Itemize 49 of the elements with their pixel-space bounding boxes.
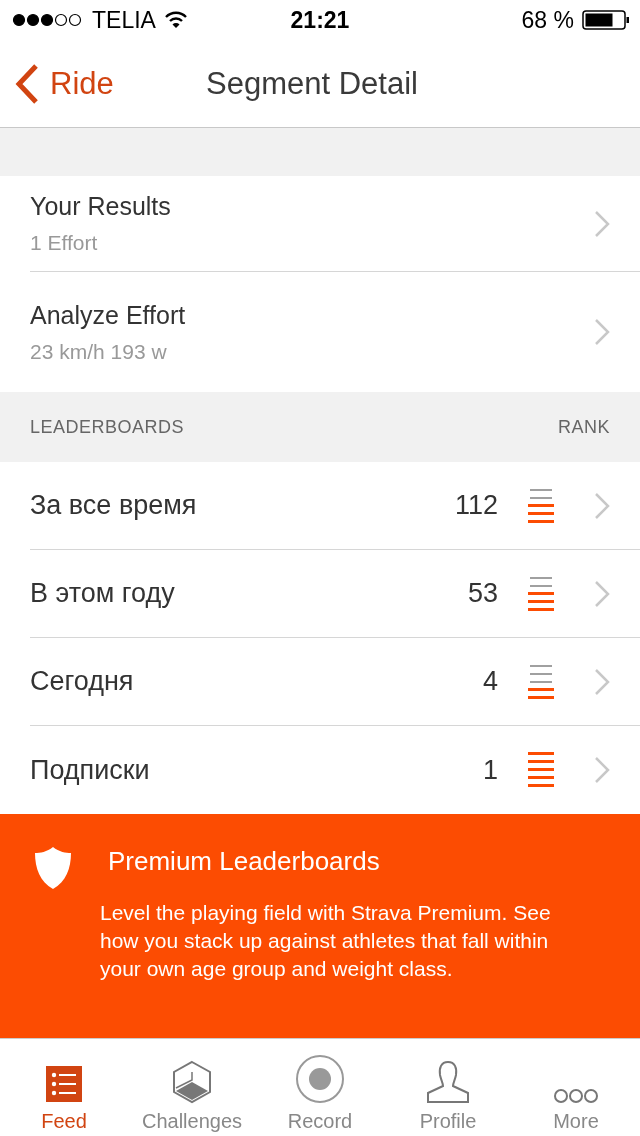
row-title: Your Results [30, 192, 171, 221]
battery-icon [582, 10, 630, 30]
shield-icon [34, 846, 72, 890]
battery-percent: 68 % [521, 6, 574, 34]
status-time: 21:21 [289, 6, 351, 34]
leaderboard-row[interactable]: Подписки 1 [30, 726, 640, 814]
leaderboard-row[interactable]: Сегодня 4 [30, 638, 640, 726]
wifi-icon [163, 11, 188, 29]
result-row[interactable]: Analyze Effort 23 km/h 193 w [30, 272, 640, 392]
premium-banner[interactable]: Premium Leaderboards Level the playing field with Strava Premium. See how you stack up against athletes that fall within your own age group and weight class. [0, 814, 640, 1038]
carrier-name: TELIA [92, 6, 156, 34]
leaderboard-row[interactable]: В этом году 53 [30, 550, 640, 638]
hexagon-icon [172, 1060, 212, 1104]
tab-button[interactable]: More [512, 1039, 640, 1136]
rank-value: 4 [482, 666, 498, 697]
signal-icon [12, 13, 84, 27]
banner-title: Premium Leaderboards [108, 846, 381, 877]
leaderboard-name: За все время [30, 490, 198, 521]
section-heading: LEADERBOARDS [30, 416, 185, 438]
row-subtitle: 23 km/h 193 w [30, 339, 168, 364]
list-icon [44, 1064, 84, 1104]
leaderboard-row[interactable]: За все время 112 [30, 462, 640, 550]
tab-button[interactable]: Record [256, 1039, 384, 1136]
tab-button[interactable]: Profile [384, 1039, 512, 1136]
row-subtitle: 1 Effort [30, 231, 99, 255]
row-title: Analyze Effort [30, 300, 186, 330]
leaderboard-name: В этом году [30, 578, 176, 609]
record-icon [295, 1054, 345, 1104]
column-heading: RANK [558, 416, 610, 438]
chevron-right-icon [594, 756, 610, 784]
chevron-right-icon [594, 579, 610, 608]
chevron-right-icon [594, 667, 610, 696]
banner-text: Level the playing field with Strava Premium. See how you stack up against athletes that fall within your own age group and weight class. [100, 900, 552, 982]
tab-button[interactable]: Feed [0, 1039, 128, 1136]
rank-value: 53 [467, 578, 498, 609]
leaderboard-name: Сегодня [30, 666, 135, 697]
leaderboard-name: Подписки [30, 754, 151, 786]
chevron-right-icon [594, 209, 610, 238]
person-icon [425, 1060, 471, 1104]
result-row[interactable]: Your Results 1 Effort [30, 176, 640, 272]
chevron-right-icon [594, 318, 610, 346]
more-icon [553, 1088, 599, 1104]
rank-value: 112 [454, 490, 498, 521]
chevron-right-icon [594, 491, 610, 520]
tab-button[interactable]: Challenges [128, 1039, 256, 1136]
back-chevron-icon [14, 62, 40, 105]
rank-value: 1 [482, 754, 498, 786]
page-title: Segment Detail [206, 65, 418, 102]
back-button[interactable]: Ride [0, 62, 114, 105]
